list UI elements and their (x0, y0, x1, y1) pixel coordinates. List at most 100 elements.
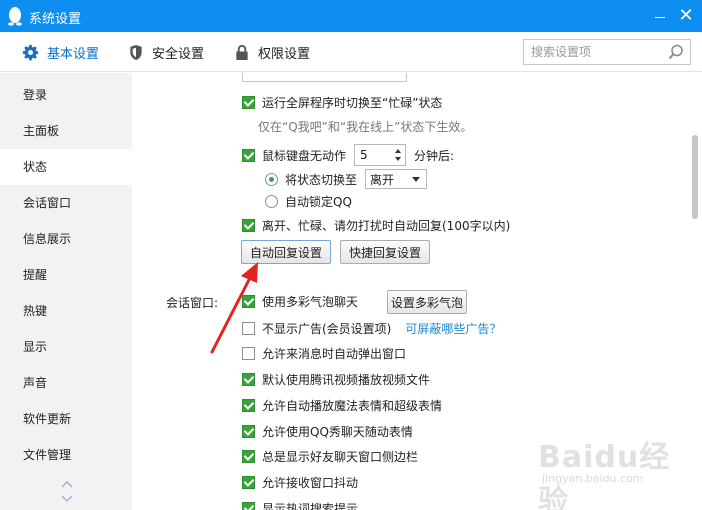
auto-reply-label: 离开、忙碌、请勿打扰时自动回复(100字以内) (262, 218, 511, 233)
sidebar-item-sound[interactable]: 声音 (0, 365, 132, 401)
sidebar-item-label: 提醒 (23, 268, 48, 282)
sidebar-always-label: 总是显示好友聊天窗口侧边栏 (262, 449, 419, 464)
popup-checkbox[interactable] (242, 346, 255, 360)
sidebar-item-status[interactable]: 状态 (0, 149, 132, 185)
chevron-down-icon[interactable] (61, 495, 73, 503)
idle-label: 鼠标键盘无动作 (262, 148, 347, 163)
auto-lock-label: 自动锁定QQ (285, 194, 352, 209)
cut-off-row (242, 73, 407, 83)
window-shake-option[interactable]: 允许接收窗口抖动 (242, 472, 358, 492)
status-select-value: 离开 (370, 172, 395, 187)
sidebar-item-chat-window[interactable]: 会话窗口 (0, 185, 132, 221)
minimize-button[interactable] (650, 8, 670, 26)
tab-basic-settings[interactable]: 基本设置 (22, 32, 99, 72)
button-label: 自动回复设置 (249, 245, 322, 260)
sidebar-item-reminder[interactable]: 提醒 (0, 257, 132, 293)
fullscreen-busy-label: 运行全屏程序时切换至“忙碌”状态 (262, 95, 443, 110)
sidebar-item-software-update[interactable]: 软件更新 (0, 401, 132, 437)
sidebar-item-file-management[interactable]: 文件管理 (0, 437, 132, 473)
hotword-checkbox[interactable] (242, 501, 255, 510)
sidebar-item-label: 信息展示 (23, 232, 72, 246)
lock-icon (236, 44, 248, 60)
switch-status-label: 将状态切换至 (285, 172, 358, 187)
auto-reply-checkbox[interactable] (242, 218, 255, 232)
sidebar-item-label: 软件更新 (23, 412, 72, 426)
close-button[interactable]: ✕ (676, 6, 696, 26)
idle-minutes-stepper[interactable]: 5 (354, 144, 407, 166)
fullscreen-note-text: 仅在“Q我吧”和“我在线上”状态下生效。 (258, 119, 473, 134)
magic-emoji-checkbox[interactable] (242, 398, 255, 412)
switch-status-radio[interactable] (265, 172, 278, 186)
popup-label: 允许来消息时自动弹出窗口 (262, 346, 407, 361)
stepper-arrows-icon[interactable] (391, 145, 405, 165)
bubble-chat-checkbox[interactable] (242, 294, 255, 308)
tab-security-settings[interactable]: 安全设置 (128, 32, 204, 72)
sidebar-item-label: 显示 (23, 340, 48, 354)
sidebar-item-label: 状态 (23, 160, 48, 174)
idle-minutes-value: 5 (360, 148, 368, 162)
baidu-watermark: Baidu经验 jingyan.baidu.com (534, 432, 694, 510)
top-navigation: 基本设置 安全设置 权限设置 (0, 32, 702, 72)
chevron-up-icon[interactable] (61, 480, 73, 488)
switch-status-option[interactable]: 将状态切换至 离开 (265, 168, 428, 190)
tab-label: 安全设置 (152, 46, 205, 62)
sidebar-always-option[interactable]: 总是显示好友聊天窗口侧边栏 (242, 446, 418, 466)
auto-lock-radio[interactable] (265, 194, 278, 208)
search-input[interactable] (524, 40, 664, 64)
qq-show-option[interactable]: 允许使用QQ秀聊天随动表情 (242, 421, 413, 441)
sidebar-item-label: 登录 (23, 88, 48, 102)
tencent-video-option[interactable]: 默认使用腾讯视频播放视频文件 (242, 369, 430, 389)
tencent-video-label: 默认使用腾讯视频播放视频文件 (262, 372, 431, 387)
bubble-chat-option[interactable]: 使用多彩气泡聊天 (242, 291, 358, 311)
auto-reply-option[interactable]: 离开、忙碌、请勿打扰时自动回复(100字以内) (242, 215, 510, 235)
sidebar-item-label: 声音 (23, 376, 48, 390)
sidebar: 登录 主面板 状态 会话窗口 信息展示 提醒 热键 显示 声音 软件更新 文件管… (0, 73, 132, 510)
gear-icon (22, 44, 39, 60)
sidebar-item-main-panel[interactable]: 主面板 (0, 113, 132, 149)
watermark-text: Baidu经验 (538, 440, 671, 510)
tencent-video-checkbox[interactable] (242, 372, 255, 386)
caret-down-icon (412, 177, 421, 182)
idle-minutes-suffix: 分钟后: (414, 148, 455, 163)
sidebar-item-label: 主面板 (23, 124, 60, 138)
sidebar-item-display[interactable]: 显示 (0, 329, 132, 365)
tab-permission-settings[interactable]: 权限设置 (234, 32, 310, 72)
sidebar-always-checkbox[interactable] (242, 449, 255, 463)
qq-penguin-icon (8, 7, 22, 26)
bubble-chat-label: 使用多彩气泡聊天 (262, 294, 359, 309)
magic-emoji-label: 允许自动播放魔法表情和超级表情 (262, 398, 443, 413)
magic-emoji-option[interactable]: 允许自动播放魔法表情和超级表情 (242, 395, 442, 415)
bubble-settings-button[interactable]: 设置多彩气泡 (387, 290, 467, 314)
status-select[interactable]: 离开 (365, 169, 428, 189)
shield-icon (130, 44, 142, 60)
watermark-url: jingyan.baidu.com (542, 472, 644, 485)
qq-show-checkbox[interactable] (242, 424, 255, 438)
fullscreen-busy-option[interactable]: 运行全屏程序时切换至“忙碌”状态 (242, 92, 442, 112)
qq-show-label: 允许使用QQ秀聊天随动表情 (262, 424, 413, 439)
sidebar-item-info-display[interactable]: 信息展示 (0, 221, 132, 257)
sidebar-item-hotkeys[interactable]: 热键 (0, 293, 132, 329)
button-label: 快捷回复设置 (348, 245, 421, 260)
search-icon[interactable] (668, 44, 684, 60)
search-box[interactable] (523, 39, 691, 65)
fullscreen-note: 仅在“Q我吧”和“我在线上”状态下生效。 (258, 116, 472, 136)
window-shake-label: 允许接收窗口抖动 (262, 475, 359, 490)
idle-option[interactable]: 鼠标键盘无动作 5 分钟后: (242, 143, 454, 167)
popup-option[interactable]: 允许来消息时自动弹出窗口 (242, 343, 406, 363)
scrollbar-thumb[interactable] (692, 135, 698, 219)
sidebar-item-label: 会话窗口 (23, 196, 72, 210)
ads-info-link[interactable]: 可屏蔽哪些广告？ (405, 320, 501, 337)
fullscreen-busy-checkbox[interactable] (242, 95, 255, 109)
auto-lock-option[interactable]: 自动锁定QQ (265, 191, 352, 211)
no-ads-option[interactable]: 不显示广告(会员设置项) 可屏蔽哪些广告？ (242, 318, 501, 338)
no-ads-checkbox[interactable] (242, 321, 255, 335)
hotword-label: 显示热词搜索提示 (262, 501, 359, 510)
quick-reply-settings-button[interactable]: 快捷回复设置 (340, 240, 430, 264)
hotword-option[interactable]: 显示热词搜索提示 (242, 498, 358, 510)
sidebar-item-login[interactable]: 登录 (0, 77, 132, 113)
window-shake-checkbox[interactable] (242, 475, 255, 489)
auto-reply-settings-button[interactable]: 自动回复设置 (241, 240, 331, 264)
no-ads-label: 不显示广告(会员设置项) (262, 321, 392, 336)
idle-checkbox[interactable] (242, 148, 255, 162)
window-title: 系统设置 (29, 12, 82, 27)
